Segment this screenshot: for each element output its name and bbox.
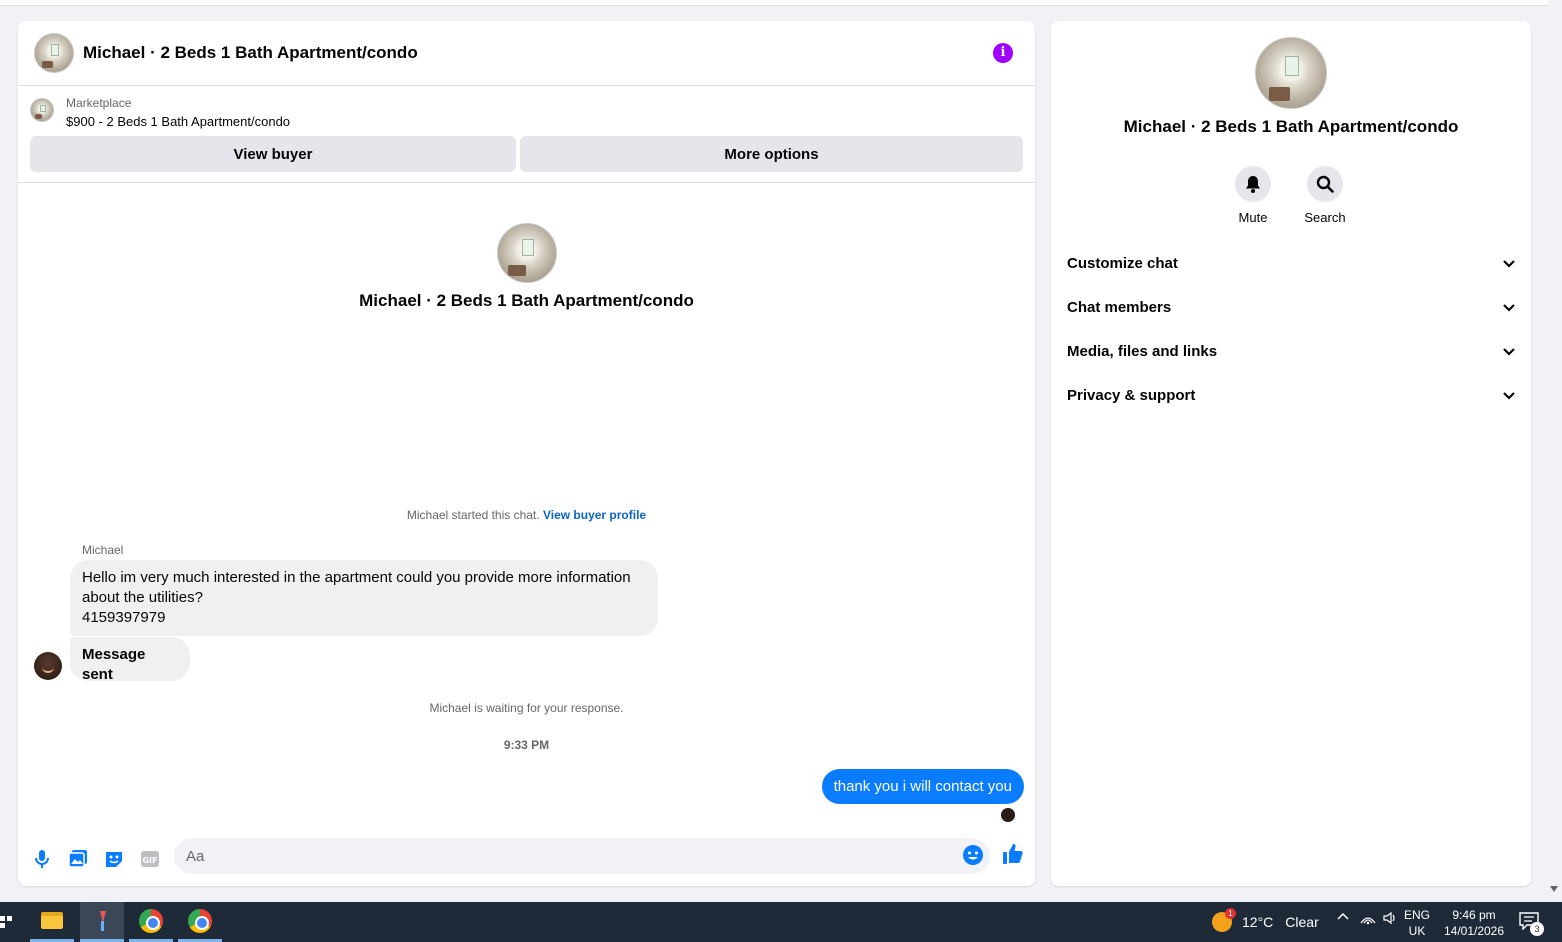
section-label: Media, files and links: [1067, 342, 1218, 360]
clock-date: 14/01/2026: [1443, 924, 1505, 938]
intro-avatar: [497, 223, 557, 283]
view-buyer-button[interactable]: View buyer: [30, 136, 516, 172]
message-line: 4159397979: [82, 609, 166, 626]
weather-widget[interactable]: 1 12°C Clear: [1212, 908, 1319, 932]
notification-count: 3: [1530, 922, 1544, 936]
chevron-down-icon: [1503, 392, 1515, 400]
section-privacy-support[interactable]: Privacy & support: [1067, 375, 1517, 415]
listing-thumbnail[interactable]: [30, 98, 54, 122]
sender-name: Michael: [82, 543, 124, 557]
message-line: about the utilities?: [82, 589, 203, 606]
chat-info-panel: Michael · 2 Beds 1 Bath Apartment/condo …: [1051, 21, 1531, 886]
message-bubble-incoming[interactable]: Hello im very much interested in the apa…: [70, 560, 658, 636]
more-options-button[interactable]: More options: [520, 136, 1023, 172]
search-icon: [1307, 166, 1343, 202]
chrome-icon[interactable]: [178, 902, 222, 942]
chat-title[interactable]: Michael · 2 Beds 1 Bath Apartment/condo: [83, 43, 418, 63]
mute-button[interactable]: Mute: [1223, 166, 1283, 225]
chevron-down-icon: [1503, 304, 1515, 312]
message-timestamp: 9:33 PM: [503, 738, 550, 752]
weather-moon-icon: 1: [1212, 908, 1236, 932]
emoji-icon[interactable]: [963, 845, 983, 870]
lang-bottom: UK: [1408, 924, 1426, 938]
chrome-profile-h-icon[interactable]: [129, 902, 173, 942]
mute-label: Mute: [1238, 210, 1268, 225]
bell-icon: [1235, 166, 1271, 202]
search-button[interactable]: Search: [1295, 166, 1355, 225]
section-customize-chat[interactable]: Customize chat: [1067, 243, 1517, 283]
message-bubble-incoming[interactable]: Message sent: [70, 637, 190, 683]
volume-icon[interactable]: [1382, 910, 1398, 929]
weather-badge: 1: [1225, 908, 1236, 919]
chevron-down-icon: [1503, 260, 1515, 268]
language-indicator[interactable]: ENG UK: [1404, 907, 1430, 939]
section-media-files-links[interactable]: Media, files and links: [1067, 331, 1517, 371]
weather-temp: 12°C: [1242, 914, 1274, 930]
section-chat-members[interactable]: Chat members: [1067, 287, 1517, 327]
search-label: Search: [1304, 210, 1346, 225]
lang-top: ENG: [1404, 908, 1431, 922]
message-line: Hello im very much interested in the apa…: [82, 569, 631, 586]
svg-text:GIF: GIF: [142, 856, 157, 865]
chat-window: Michael · 2 Beds 1 Bath Apartment/condo …: [18, 21, 1035, 886]
chat-header: Michael · 2 Beds 1 Bath Apartment/condo …: [18, 21, 1035, 86]
photo-icon[interactable]: [66, 847, 90, 871]
sticker-icon[interactable]: [102, 847, 126, 871]
scroll-down-arrow[interactable]: [1550, 886, 1558, 892]
browser-top-edge: [0, 0, 1548, 6]
message-bubble-outgoing[interactable]: thank you i will contact you: [821, 769, 1024, 804]
microphone-icon[interactable]: [30, 847, 54, 871]
listing-price-title[interactable]: $900 - 2 Beds 1 Bath Apartment/condo: [66, 114, 290, 129]
chat-started-notice: Michael started this chat. View buyer pr…: [18, 508, 1035, 522]
message-input[interactable]: [174, 838, 990, 874]
task-view-icon[interactable]: [0, 914, 12, 933]
chevron-down-icon: [1503, 348, 1515, 356]
chat-avatar[interactable]: [34, 33, 74, 73]
clock[interactable]: 9:46 pm 14/01/2026: [1440, 907, 1508, 939]
file-explorer-icon[interactable]: [30, 902, 74, 942]
listing-category: Marketplace: [66, 96, 132, 110]
thumbs-up-icon[interactable]: [1002, 843, 1024, 870]
info-icon[interactable]: i: [993, 43, 1013, 63]
sender-avatar[interactable]: [34, 652, 62, 680]
clock-time: 9:46 pm: [1452, 908, 1496, 922]
paint-app-icon[interactable]: [80, 902, 124, 942]
view-buyer-profile-link[interactable]: View buyer profile: [543, 508, 646, 522]
marketplace-listing-banner: Marketplace $900 - 2 Beds 1 Bath Apartme…: [18, 86, 1035, 183]
network-icon[interactable]: [1360, 910, 1376, 929]
panel-name: Michael · 2 Beds 1 Bath Apartment/condo: [1123, 117, 1459, 136]
section-label: Chat members: [1067, 298, 1172, 316]
windows-taskbar: 1 12°C Clear ENG UK 9:46 pm 14/01/2026 3: [0, 902, 1562, 942]
waiting-notice: Michael is waiting for your response.: [429, 701, 624, 715]
weather-desc: Clear: [1285, 914, 1319, 930]
chevron-up-icon[interactable]: [1336, 910, 1350, 927]
section-label: Customize chat: [1067, 254, 1178, 272]
panel-avatar: [1255, 37, 1327, 109]
gif-icon[interactable]: GIF: [138, 847, 162, 871]
message-composer: GIF: [18, 831, 1035, 886]
section-label: Privacy & support: [1067, 386, 1196, 404]
intro-name: Michael · 2 Beds 1 Bath Apartment/condo: [359, 291, 694, 310]
chat-started-text: Michael started this chat.: [406, 508, 540, 522]
read-receipt-avatar: [1001, 808, 1015, 822]
